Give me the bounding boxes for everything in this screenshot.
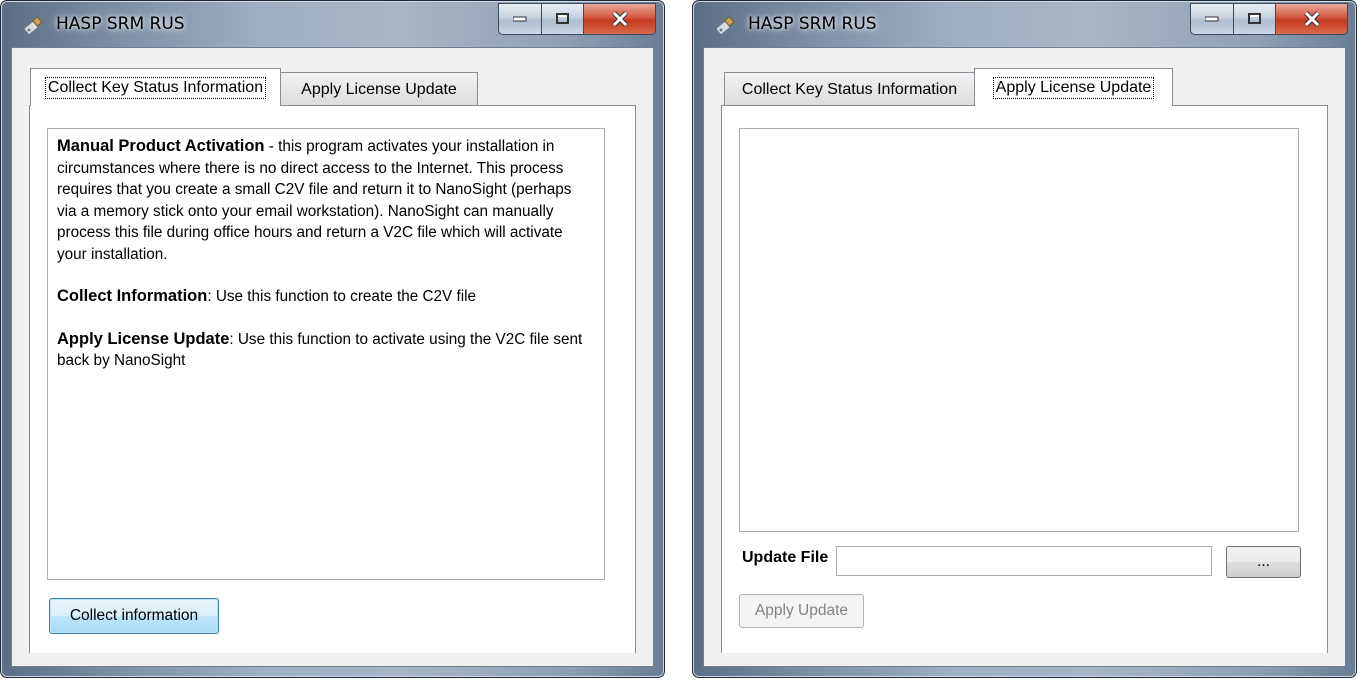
apply-heading: Apply License Update bbox=[57, 329, 230, 348]
apply-paragraph: Apply License Update: Use this function … bbox=[57, 329, 595, 372]
intro-text: - this program activates your installati… bbox=[57, 138, 572, 263]
caption-buttons bbox=[498, 3, 656, 37]
window-title: HASP SRM RUS bbox=[748, 14, 877, 34]
tab-page-collect: Manual Product Activation - this program… bbox=[29, 105, 636, 653]
tab-collect-key-status[interactable]: Collect Key Status Information bbox=[724, 72, 975, 106]
tab-apply-license-update[interactable]: Apply License Update bbox=[280, 72, 478, 106]
tab-label: Apply License Update bbox=[992, 76, 1155, 99]
maximize-icon bbox=[1247, 13, 1261, 24]
maximize-icon bbox=[555, 13, 569, 24]
client-area: Collect Key Status Information Apply Lic… bbox=[703, 47, 1346, 667]
close-button[interactable] bbox=[584, 3, 656, 35]
tab-label: Apply License Update bbox=[301, 80, 457, 98]
apply-update-button[interactable]: Apply Update bbox=[739, 594, 864, 628]
window-collect: HASP SRM RUS Collect Key Status Informat… bbox=[0, 0, 665, 678]
usb-key-icon bbox=[23, 15, 45, 37]
browse-button[interactable]: ... bbox=[1226, 546, 1301, 578]
close-button[interactable] bbox=[1276, 3, 1348, 35]
window-title: HASP SRM RUS bbox=[56, 14, 185, 34]
tab-label: Collect Key Status Information bbox=[44, 76, 267, 99]
title-bar[interactable]: HASP SRM RUS bbox=[693, 1, 1356, 47]
maximize-button[interactable] bbox=[542, 3, 584, 35]
minimize-button[interactable] bbox=[498, 3, 542, 35]
collect-text: : Use this function to create the C2V fi… bbox=[207, 288, 477, 305]
caption-buttons bbox=[1190, 3, 1348, 37]
collect-heading: Collect Information bbox=[57, 287, 208, 305]
tab-collect-key-status[interactable]: Collect Key Status Information bbox=[30, 68, 281, 106]
intro-paragraph: Manual Product Activation - this program… bbox=[57, 136, 595, 265]
intro-heading: Manual Product Activation bbox=[57, 137, 265, 155]
minimize-icon bbox=[513, 16, 527, 22]
info-textbox[interactable]: Manual Product Activation - this program… bbox=[47, 128, 605, 580]
maximize-button[interactable] bbox=[1234, 3, 1276, 35]
usb-key-icon bbox=[715, 15, 737, 37]
collect-information-button[interactable]: Collect information bbox=[49, 598, 219, 634]
collect-paragraph: Collect Information: Use this function t… bbox=[57, 286, 595, 308]
window-apply: HASP SRM RUS Collect Key Status Informat… bbox=[692, 0, 1357, 678]
tab-page-apply: Update File ... Apply Update bbox=[721, 105, 1328, 653]
update-output-textbox[interactable] bbox=[739, 128, 1299, 532]
minimize-icon bbox=[1205, 16, 1219, 22]
tab-apply-license-update[interactable]: Apply License Update bbox=[974, 68, 1173, 106]
minimize-button[interactable] bbox=[1190, 3, 1234, 35]
close-icon bbox=[1303, 11, 1320, 27]
close-icon bbox=[611, 11, 628, 27]
client-area: Collect Key Status Information Apply Lic… bbox=[11, 47, 654, 667]
title-bar[interactable]: HASP SRM RUS bbox=[1, 1, 664, 47]
update-file-input[interactable] bbox=[836, 546, 1212, 576]
update-file-label: Update File bbox=[742, 549, 829, 566]
tab-label: Collect Key Status Information bbox=[741, 80, 958, 98]
